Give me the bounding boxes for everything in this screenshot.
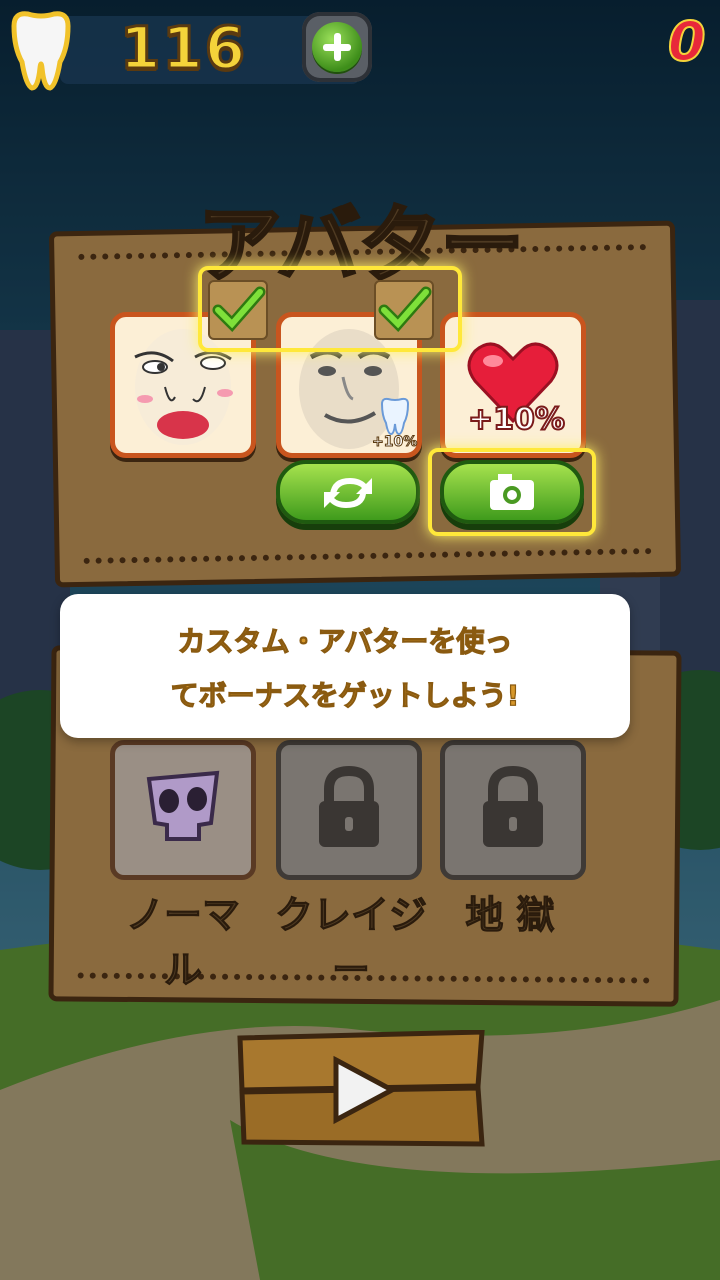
panel-stitch-bottom xyxy=(83,548,652,564)
difficulty-hell-button[interactable] xyxy=(440,740,586,880)
tooltip-line-1: カスタム・アバターを使っ xyxy=(177,624,513,658)
skull-icon xyxy=(146,770,220,841)
add-coins-button[interactable] xyxy=(302,12,372,82)
tutorial-tooltip xyxy=(60,594,630,738)
coin-count: 116 xyxy=(119,13,248,84)
difficulty-crazy-button[interactable] xyxy=(276,740,422,880)
difficulty-label-hell: 地 獄 xyxy=(465,893,555,938)
avatar-title: アバター xyxy=(196,195,526,296)
refresh-icon xyxy=(324,478,372,508)
play-button[interactable] xyxy=(236,1030,486,1148)
lock-icon xyxy=(319,765,379,847)
lock-icon xyxy=(483,765,543,847)
difficulty-label-normal: ノーマル xyxy=(125,893,240,993)
refresh-avatar-button[interactable] xyxy=(276,460,420,524)
right-counter: 0 xyxy=(667,9,707,74)
heart-bonus-label: +10% xyxy=(467,401,566,438)
tooth-icon xyxy=(11,11,71,91)
tutorial-highlight-camera xyxy=(428,448,596,536)
difficulty-label-crazy: クレイジー xyxy=(274,893,427,993)
difficulty-normal-button[interactable] xyxy=(110,740,256,880)
tutorial-highlight-checks xyxy=(198,266,462,352)
tooltip-line-2: てボーナスをゲットしよう! xyxy=(170,678,520,712)
avatar-2-bonus: +10% xyxy=(372,434,418,451)
plus-icon xyxy=(312,22,362,72)
tooth-badge-icon xyxy=(380,397,410,436)
